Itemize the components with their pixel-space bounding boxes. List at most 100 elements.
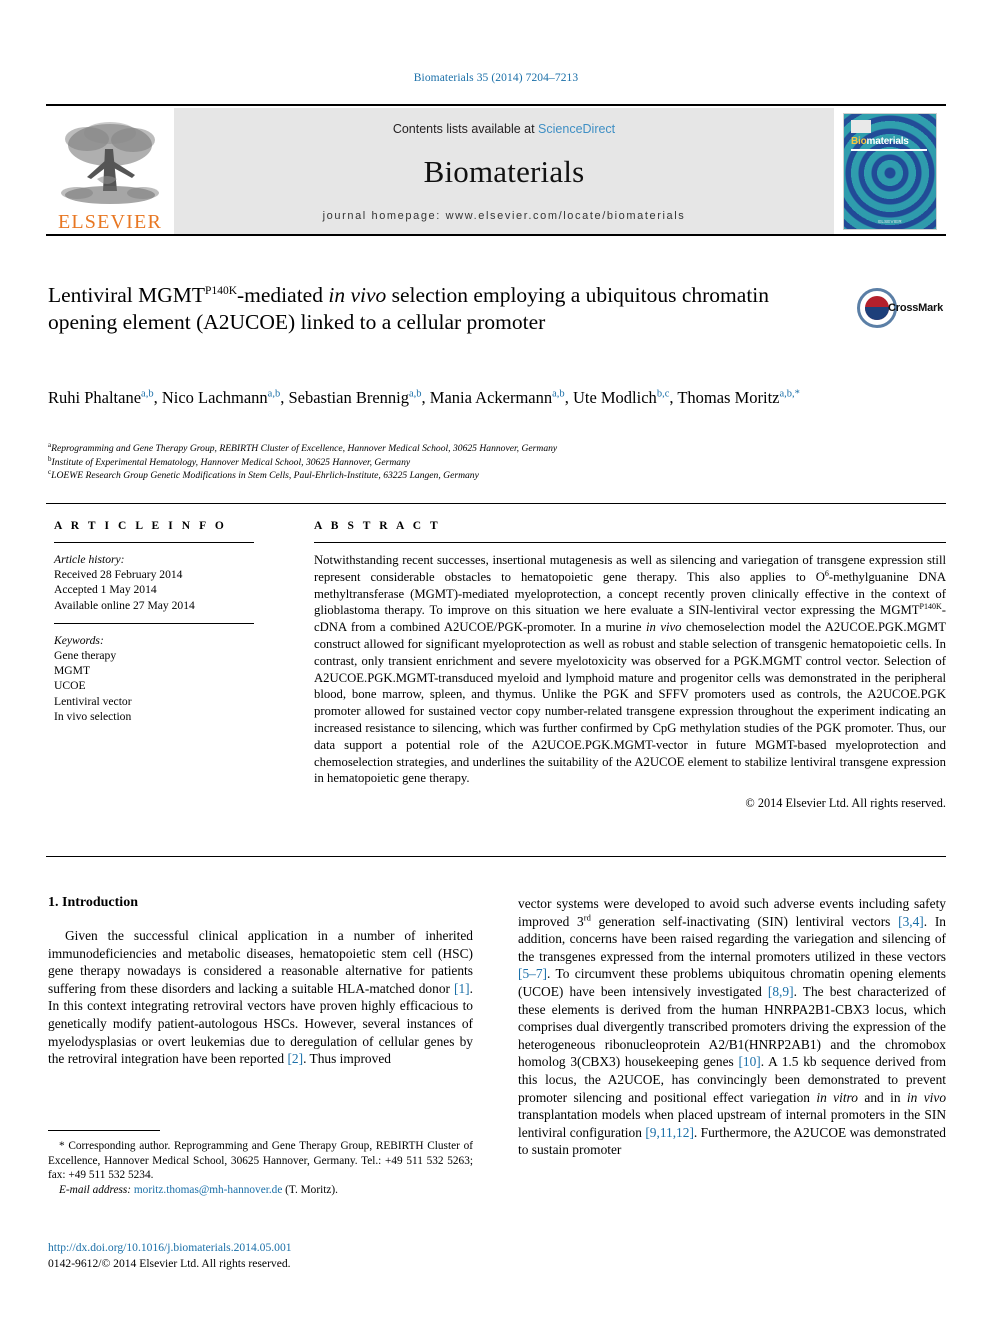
intro-paragraph-left: Given the successful clinical applicatio… xyxy=(48,927,473,1068)
intro-right-seg-7: and in xyxy=(857,1089,907,1105)
abstract-seg-4: chemoselection model the A2UCOE.PGK.MGMT… xyxy=(314,620,946,786)
intro-left-seg-1: Given the successful clinical applicatio… xyxy=(48,928,473,996)
intro-right-seg-2: generation self-inactivating (SIN) lenti… xyxy=(590,913,899,929)
corresponding-author-footnote: * Corresponding author. Reprogramming an… xyxy=(48,1139,473,1197)
author-name: Ute Modlich xyxy=(572,388,657,407)
keyword-item: UCOE xyxy=(54,679,86,693)
cover-title-materials: materials xyxy=(866,135,909,147)
article-info-rule xyxy=(54,542,254,543)
crossmark-badge[interactable]: CrossMark xyxy=(857,288,945,332)
author-entry: Ute Modlichb,c, xyxy=(573,388,677,407)
affiliation-text: Institute of Experimental Hematology, Ha… xyxy=(51,456,411,468)
author-name: Sebastian Brennig xyxy=(288,388,409,407)
keyword-item: Lentiviral vector xyxy=(54,694,132,708)
affiliation-text: Reprogramming and Gene Therapy Group, RE… xyxy=(51,443,558,454)
citation-ref-1[interactable]: [1] xyxy=(454,981,470,996)
intro-paragraph-right: vector systems were developed to avoid s… xyxy=(518,895,946,1159)
elsevier-wordmark: ELSEVIER xyxy=(57,211,163,233)
author-name: Mania Ackermann xyxy=(429,388,553,407)
cover-title-bio: Bio xyxy=(851,135,867,147)
citation-ref-8-9[interactable]: [8,9] xyxy=(768,984,794,999)
cover-footer-text: ELSEVIER xyxy=(878,218,902,224)
intro-left-seg-3: . Thus improved xyxy=(303,1051,391,1067)
author-entry: Ruhi Phaltanea,b, xyxy=(48,388,162,407)
article-history-label: Article history: xyxy=(54,553,125,566)
issn-copyright-line: 0142-9612/© 2014 Elsevier Ltd. All right… xyxy=(48,1256,291,1270)
citation-ref-10[interactable]: [10] xyxy=(738,1054,760,1069)
citation-ref-2[interactable]: [2] xyxy=(287,1051,303,1066)
citation-ref-9-11-12[interactable]: [9,11,12] xyxy=(645,1125,694,1140)
keywords-rule xyxy=(54,622,254,624)
info-band-top-rule xyxy=(46,503,946,504)
title-seg-1: Lentiviral MGMT xyxy=(48,283,206,307)
sciencedirect-link[interactable]: ScienceDirect xyxy=(538,122,615,136)
author-name: Nico Lachmann xyxy=(161,388,268,407)
journal-banner: Contents lists available at ScienceDirec… xyxy=(174,108,834,234)
author-affil-marker[interactable]: a,b,* xyxy=(780,389,800,400)
title-seg-2: -mediated xyxy=(237,283,329,307)
keyword-item: In vivo selection xyxy=(54,709,132,723)
abstract-sup-p140k: P140K xyxy=(919,602,942,612)
affiliation-item: cLOEWE Research Group Genetic Modificati… xyxy=(48,468,848,483)
affiliation-item: bInstitute of Experimental Hematology, H… xyxy=(48,455,848,470)
abstract-heading: A B S T R A C T xyxy=(314,520,441,532)
article-info-column: A R T I C L E I N F O Article history: R… xyxy=(54,520,254,724)
author-separator: , xyxy=(153,388,162,407)
introduction-heading: 1. Introduction xyxy=(48,895,138,910)
author-list: Ruhi Phaltanea,b, Nico Lachmanna,b, Seba… xyxy=(48,386,848,409)
abstract-copyright: © 2014 Elsevier Ltd. All rights reserved… xyxy=(745,796,946,811)
author-name: Thomas Moritz xyxy=(677,388,780,407)
elsevier-tree-icon xyxy=(61,122,159,204)
journal-masthead: ELSEVIER Contents lists available at Sci… xyxy=(46,104,946,236)
keywords-label: Keywords: xyxy=(54,633,104,647)
article-info-heading: A R T I C L E I N F O xyxy=(54,520,227,532)
footnote-email-line: E-mail address: moritz.thomas@mh-hannove… xyxy=(48,1183,473,1198)
journal-title: Biomaterials xyxy=(423,154,585,189)
author-separator: , xyxy=(421,388,430,407)
body-column-right: vector systems were developed to avoid s… xyxy=(518,895,946,1159)
journal-article-page: Biomaterials 35 (2014) 7204–7213 ELSEVIE… xyxy=(0,0,992,1323)
author-separator: , xyxy=(564,388,573,407)
email-label: E-mail address: xyxy=(59,1183,132,1196)
contents-prefix: Contents lists available at xyxy=(392,122,539,136)
history-online: Available online 27 May 2014 xyxy=(54,598,195,612)
info-band-bottom-rule xyxy=(46,856,946,857)
body-column-left: 1. Introduction Given the successful cli… xyxy=(48,895,473,1068)
affiliation-item: aReprogramming and Gene Therapy Group, R… xyxy=(48,441,848,456)
author-affil-marker[interactable]: a,b xyxy=(268,389,281,400)
footnote-divider xyxy=(48,1130,160,1131)
ordinal-superscript: rd xyxy=(583,912,591,923)
article-history: Article history: Received 28 February 20… xyxy=(54,552,254,613)
author-entry: Mania Ackermanna,b, xyxy=(430,388,573,407)
keyword-item: Gene therapy xyxy=(54,649,117,663)
affiliation-list: aReprogramming and Gene Therapy Group, R… xyxy=(48,441,848,483)
doi-block: http://dx.doi.org/10.1016/j.biomaterials… xyxy=(48,1240,473,1271)
author-entry: Sebastian Brenniga,b, xyxy=(288,388,429,407)
journal-cover-thumbnail: Biomaterials ELSEVIER xyxy=(843,112,937,230)
history-received: Received 28 February 2014 xyxy=(54,568,183,582)
abstract-rule xyxy=(314,542,946,543)
author-name: Ruhi Phaltane xyxy=(48,388,142,407)
cover-divider xyxy=(851,148,927,151)
abstract-text: Notwithstanding recent successes, insert… xyxy=(314,552,946,787)
author-affil-marker[interactable]: a,b xyxy=(141,389,154,400)
title-superscript: P140K xyxy=(205,284,237,297)
crossmark-label: CrossMark xyxy=(888,302,944,314)
cover-title: Biomaterials xyxy=(851,136,909,147)
elsevier-logo: ELSEVIER xyxy=(46,108,174,234)
doi-link[interactable]: http://dx.doi.org/10.1016/j.biomaterials… xyxy=(48,1240,473,1256)
journal-homepage[interactable]: journal homepage: www.elsevier.com/locat… xyxy=(174,210,834,222)
email-link[interactable]: moritz.thomas@mh-hannover.de xyxy=(134,1184,282,1196)
running-head: Biomaterials 35 (2014) 7204–7213 xyxy=(413,72,579,84)
citation-ref-3-4[interactable]: [3,4] xyxy=(898,914,924,929)
intro-italic-invivo: in vivo xyxy=(906,1089,947,1105)
author-affil-marker[interactable]: a,b xyxy=(552,389,565,400)
title-italic-invivo: in vivo xyxy=(328,283,387,307)
author-entry: Thomas Moritza,b,* xyxy=(677,388,800,407)
footnote-address: * Corresponding author. Reprogramming an… xyxy=(48,1140,473,1182)
author-affil-marker[interactable]: b,c xyxy=(657,389,670,400)
author-affil-marker[interactable]: a,b xyxy=(409,389,422,400)
title-block: Lentiviral MGMTP140K-mediated in vivo se… xyxy=(48,282,838,336)
abstract-italic-invivo: in vivo xyxy=(646,620,682,635)
citation-ref-5-7[interactable]: [5–7] xyxy=(518,966,547,981)
